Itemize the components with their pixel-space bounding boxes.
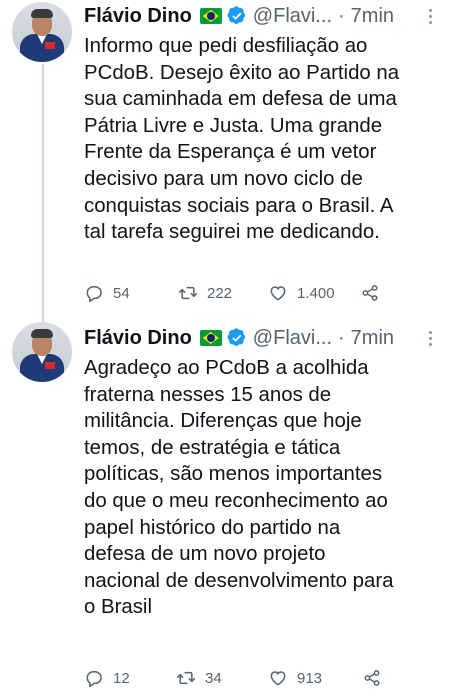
avatar[interactable] — [12, 2, 72, 62]
author-handle[interactable]: @Flavi... — [253, 5, 332, 28]
more-options-icon[interactable] — [420, 328, 440, 348]
separator-dot: · — [338, 4, 345, 27]
reply-button[interactable]: 54 — [84, 280, 130, 306]
verified-badge-icon — [227, 328, 245, 346]
tweet-text: Agradeço ao PCdoB a acolhida fraterna ne… — [84, 357, 394, 619]
retweet-icon — [178, 286, 198, 300]
reply-icon — [86, 286, 102, 303]
heart-icon — [270, 286, 286, 301]
separator-dot: · — [338, 326, 345, 349]
timestamp[interactable]: 7min — [351, 5, 394, 28]
share-button[interactable] — [362, 665, 382, 691]
tweet-header: Flávio Dino @Flavi... · 7min — [84, 324, 394, 352]
tweet-header: Flávio Dino @Flavi... · 7min — [84, 2, 394, 30]
tweet[interactable]: Flávio Dino @Flavi... · 7min Agradeço ao… — [0, 318, 454, 700]
like-count: 1.400 — [297, 284, 335, 302]
retweet-icon — [176, 671, 196, 685]
reply-count: 54 — [113, 284, 130, 302]
share-icon — [364, 670, 380, 686]
retweet-button[interactable]: 34 — [176, 665, 222, 691]
reply-icon — [86, 671, 102, 688]
reply-count: 12 — [113, 669, 130, 687]
like-button[interactable]: 1.400 — [268, 280, 335, 306]
share-button[interactable] — [360, 280, 380, 306]
author-name[interactable]: Flávio Dino — [84, 5, 192, 28]
share-icon — [362, 285, 378, 301]
brazil-flag-icon — [199, 8, 222, 24]
brazil-flag-icon — [199, 330, 222, 346]
more-options-icon[interactable] — [420, 6, 440, 26]
tweet-actions: 54 222 1.400 — [84, 280, 404, 306]
thread-connector-line — [42, 64, 44, 326]
tweet-actions: 12 34 913 — [84, 665, 404, 691]
author-name[interactable]: Flávio Dino — [84, 327, 192, 350]
avatar[interactable] — [12, 322, 72, 382]
like-count: 913 — [297, 669, 323, 687]
verified-badge-icon — [227, 6, 245, 24]
tweet-text: Informo que pedi desfiliação ao PCdoB. D… — [84, 35, 400, 244]
retweet-count: 34 — [205, 669, 222, 687]
retweet-count: 222 — [207, 284, 233, 302]
author-handle[interactable]: @Flavi... — [253, 327, 332, 350]
reply-button[interactable]: 12 — [84, 665, 130, 691]
retweet-button[interactable]: 222 — [178, 280, 232, 306]
like-button[interactable]: 913 — [268, 665, 322, 691]
timestamp[interactable]: 7min — [351, 327, 394, 350]
tweet[interactable]: Flávio Dino @Flavi... · 7min Informo que… — [0, 0, 454, 326]
heart-icon — [270, 671, 286, 686]
